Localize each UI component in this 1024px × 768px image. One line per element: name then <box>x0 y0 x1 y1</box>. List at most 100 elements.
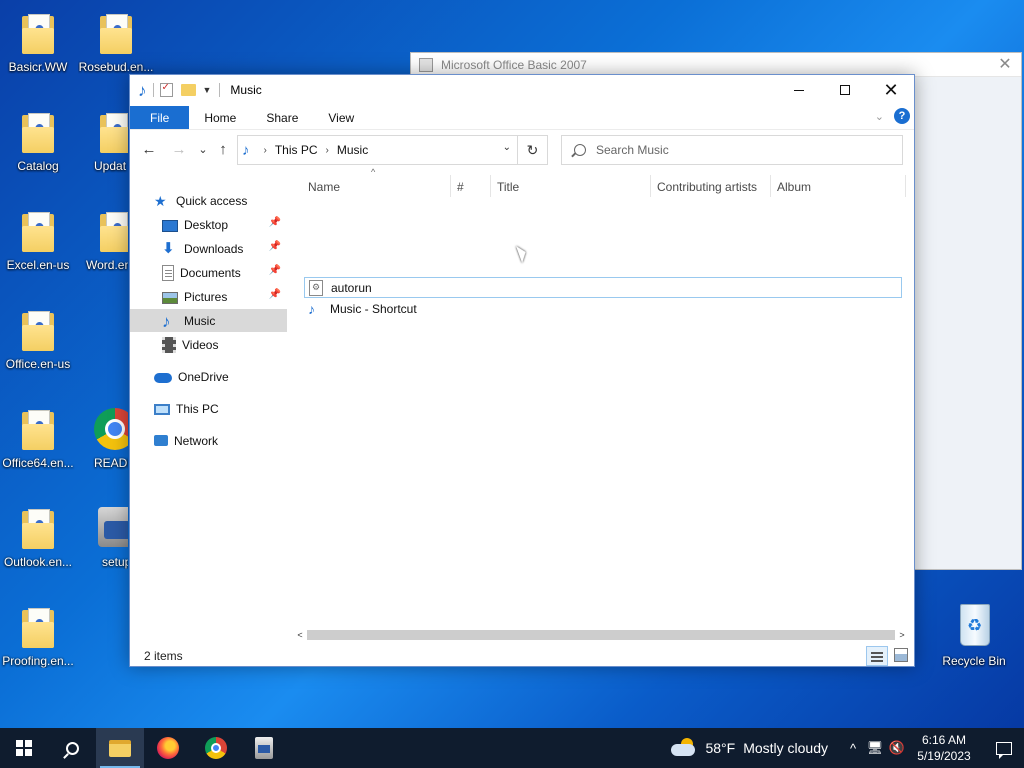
clock[interactable]: 6:16 AM 5/19/2023 <box>914 732 974 764</box>
minimize-button[interactable] <box>776 75 822 105</box>
maximize-button[interactable] <box>822 75 868 105</box>
pin-icon[interactable]: 📌 <box>269 289 281 300</box>
file-name: autorun <box>331 280 372 295</box>
column-header-title[interactable]: Title <box>497 177 519 197</box>
network-icon <box>154 435 168 446</box>
column-divider[interactable] <box>450 175 451 197</box>
start-button[interactable] <box>0 728 48 768</box>
taskbar-chrome[interactable] <box>192 728 240 768</box>
tab-share[interactable]: Share <box>251 106 313 129</box>
desktop-icon-setup[interactable]: setup <box>78 505 128 569</box>
nav-item-desktop[interactable]: Desktop 📌 <box>130 213 287 236</box>
address-dropdown-chevron-icon[interactable]: ⌄ <box>503 142 511 153</box>
document-icon <box>162 264 174 281</box>
breadcrumb-separator[interactable]: › <box>326 145 329 156</box>
column-header-album[interactable]: Album <box>777 177 811 197</box>
action-center-button[interactable] <box>984 728 1024 768</box>
desktop-icon-label: Updat <box>94 159 127 173</box>
desktop-icon-recycle-bin[interactable]: Recycle Bin <box>936 604 1012 668</box>
scrollbar-thumb[interactable] <box>307 630 895 640</box>
taskbar-search-button[interactable] <box>48 728 96 768</box>
folder-icon <box>18 10 58 56</box>
large-icons-view-button[interactable] <box>894 648 908 662</box>
horizontal-scrollbar[interactable]: < > <box>293 628 909 642</box>
refresh-button[interactable]: ↻ <box>518 135 548 165</box>
new-folder-icon[interactable] <box>180 84 196 96</box>
expand-ribbon-chevron-icon[interactable]: ⌄ <box>875 110 884 123</box>
search-box[interactable] <box>561 135 903 165</box>
setup-icon <box>255 737 273 759</box>
weather-cloud-icon[interactable] <box>671 738 697 756</box>
up-button[interactable]: ↑ <box>212 139 234 161</box>
properties-icon[interactable] <box>159 82 173 97</box>
desktop-icon-office[interactable]: Office.en-us <box>0 307 76 371</box>
nav-item-pictures[interactable]: Pictures 📌 <box>130 285 287 308</box>
desktop-icon-updates[interactable]: Updat <box>78 109 128 173</box>
desktop-icon-excel[interactable]: Excel.en-us <box>0 208 76 272</box>
column-header-number[interactable]: # <box>457 177 464 197</box>
weather-description[interactable]: Mostly cloudy <box>743 740 828 756</box>
desktop-icon-label: Catalog <box>17 159 59 173</box>
file-row[interactable]: ♪ Music - Shortcut <box>304 298 902 319</box>
nav-item-quick-access[interactable]: ★ Quick access <box>130 189 287 212</box>
column-header-name[interactable]: Name <box>308 177 340 197</box>
details-view-button[interactable] <box>866 646 888 666</box>
maximize-icon <box>840 85 850 95</box>
column-divider[interactable] <box>650 175 651 197</box>
scroll-right-button[interactable]: > <box>895 628 909 642</box>
help-icon[interactable]: ? <box>894 108 910 124</box>
column-divider[interactable] <box>490 175 491 197</box>
file-explorer-window[interactable]: ♪ ▼ Music ✕ File Home Share View ⌄ ? ← →… <box>129 74 915 667</box>
windows-logo-icon <box>16 740 32 756</box>
weather-temperature[interactable]: 58°F <box>705 740 735 756</box>
nav-item-this-pc[interactable]: This PC <box>130 397 287 420</box>
taskbar-file-explorer[interactable] <box>96 728 144 768</box>
volume-muted-icon[interactable]: 🔇 <box>886 740 908 756</box>
nav-item-onedrive[interactable]: OneDrive <box>130 365 287 388</box>
nav-item-videos[interactable]: Videos <box>130 333 287 356</box>
tray-chevron-icon[interactable]: ^ <box>842 741 864 756</box>
column-divider[interactable] <box>770 175 771 197</box>
taskbar-setup[interactable] <box>240 728 288 768</box>
desktop-icon-readme[interactable]: READM <box>78 406 128 470</box>
nav-item-music[interactable]: ♪ Music <box>130 309 287 332</box>
pin-icon[interactable]: 📌 <box>269 241 281 252</box>
nav-item-label: Videos <box>182 337 219 352</box>
column-header-contributing-artists[interactable]: Contributing artists <box>657 177 757 197</box>
pin-icon[interactable]: 📌 <box>269 265 281 276</box>
desktop-icon-outlook[interactable]: Outlook.en... <box>0 505 76 569</box>
nav-item-documents[interactable]: Documents 📌 <box>130 261 287 284</box>
back-button[interactable]: ← <box>138 139 160 161</box>
office-installer-close-button[interactable]: ✕ <box>995 55 1015 75</box>
desktop-icon-rosebud[interactable]: Rosebud.en... <box>78 10 154 74</box>
tab-home[interactable]: Home <box>189 106 251 129</box>
desktop-icon-proofing[interactable]: Proofing.en... <box>0 604 76 668</box>
file-list[interactable]: ^ Name # Title Contributing artists Albu… <box>296 167 906 641</box>
tab-view[interactable]: View <box>313 106 369 129</box>
quick-access-dropdown-icon[interactable]: ▼ <box>203 85 212 95</box>
column-divider[interactable] <box>905 175 906 197</box>
desktop-icon-word[interactable]: Word.en <box>78 208 128 272</box>
desktop-icon-basicr[interactable]: Basicr.WW <box>0 10 76 74</box>
computer-icon <box>154 403 170 415</box>
search-input[interactable] <box>596 143 876 157</box>
explorer-titlebar[interactable]: ♪ ▼ Music ✕ <box>130 75 914 105</box>
nav-item-network[interactable]: Network <box>130 429 287 452</box>
close-button[interactable]: ✕ <box>868 75 914 105</box>
recent-locations-chevron-icon[interactable]: ⌄ <box>192 139 214 161</box>
breadcrumb-this-pc[interactable]: This PC <box>275 143 318 157</box>
file-row[interactable]: autorun <box>304 277 902 298</box>
nav-item-downloads[interactable]: ⬇ Downloads 📌 <box>130 237 287 260</box>
pin-icon[interactable]: 📌 <box>269 217 281 228</box>
network-icon[interactable]: 🖥 <box>864 740 886 756</box>
breadcrumb-music[interactable]: Music <box>337 143 368 157</box>
nav-item-label: Documents <box>180 265 241 280</box>
forward-button[interactable]: → <box>168 139 190 161</box>
desktop-icon-catalog[interactable]: Catalog <box>0 109 76 173</box>
address-bar[interactable]: ♪ › This PC › Music ⌄ <box>237 135 518 165</box>
tab-file[interactable]: File <box>130 106 190 129</box>
quick-access-separator <box>152 83 154 97</box>
scroll-left-button[interactable]: < <box>293 628 307 642</box>
desktop-icon-office64[interactable]: Office64.en... <box>0 406 76 470</box>
taskbar-firefox[interactable] <box>144 728 192 768</box>
